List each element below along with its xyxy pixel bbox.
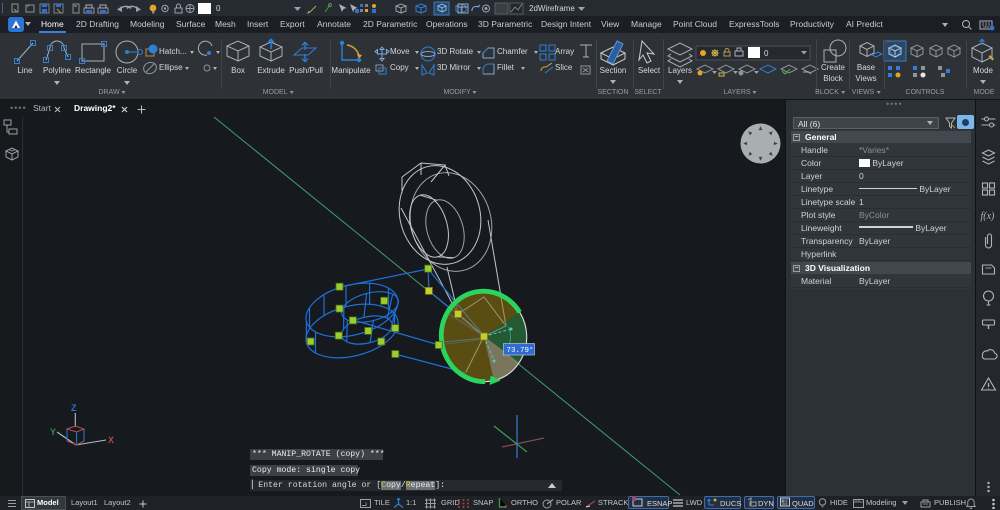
svg-text:Y: Y <box>50 427 56 437</box>
svg-text:73.79°: 73.79° <box>507 346 534 355</box>
svg-text:0: 0 <box>216 4 221 13</box>
svg-text:Z: Z <box>71 403 77 413</box>
svg-text:X: X <box>108 435 114 445</box>
svg-text:f(x): f(x) <box>981 211 996 222</box>
svg-text:2dWireframe: 2dWireframe <box>529 4 575 13</box>
svg-text:0: 0 <box>764 49 769 58</box>
